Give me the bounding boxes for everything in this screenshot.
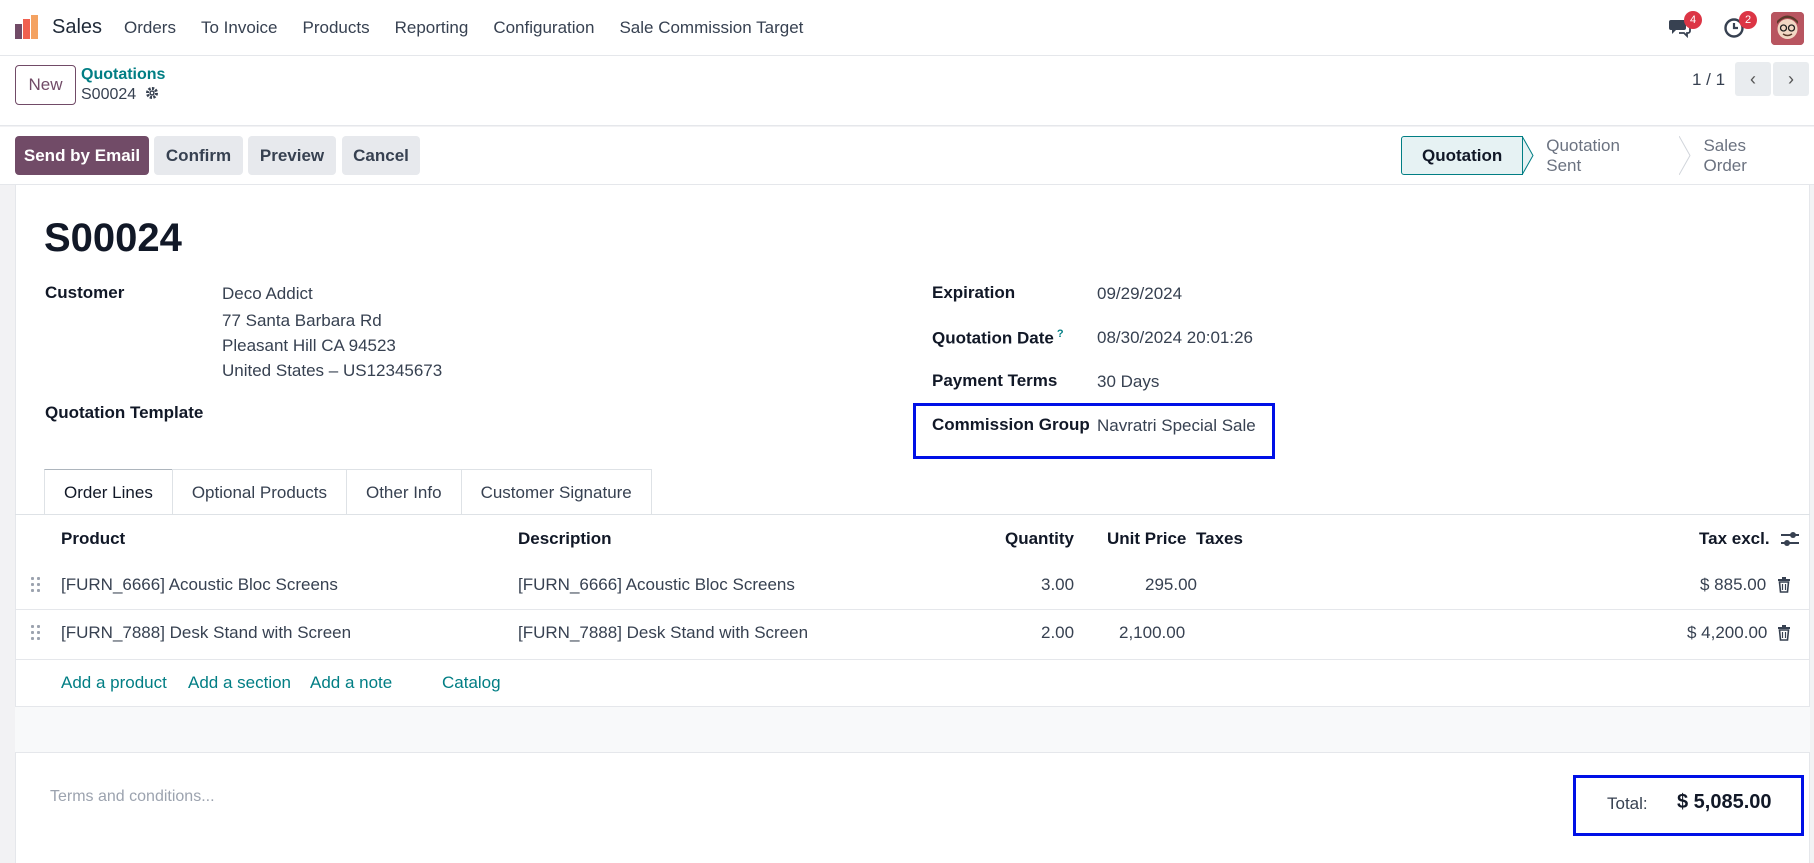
commission-group-label: Commission Group bbox=[932, 415, 1090, 434]
add-note-link[interactable]: Add a note bbox=[310, 673, 392, 693]
customer-name[interactable]: Deco Addict bbox=[222, 284, 313, 304]
messages-badge: 4 bbox=[1684, 11, 1702, 29]
activities-button[interactable]: 2 bbox=[1723, 11, 1757, 41]
menu-to-invoice[interactable]: To Invoice bbox=[201, 18, 278, 38]
app-name[interactable]: Sales bbox=[52, 16, 102, 39]
column-unit-price[interactable]: Unit Price bbox=[1107, 529, 1186, 549]
stage-quotation-sent[interactable]: Quotation Sent bbox=[1534, 136, 1679, 175]
row-divider bbox=[15, 659, 1810, 660]
tab-customer-signature[interactable]: Customer Signature bbox=[460, 469, 652, 515]
customer-address-city: Pleasant Hill CA 94523 bbox=[222, 336, 396, 355]
tab-order-lines[interactable]: Order Lines bbox=[44, 469, 173, 515]
trash-icon[interactable] bbox=[1777, 577, 1791, 593]
send-by-email-button[interactable]: Send by Email bbox=[15, 136, 149, 175]
terms-and-conditions-input[interactable]: Terms and conditions... bbox=[50, 788, 215, 806]
activities-badge: 2 bbox=[1739, 11, 1757, 29]
row-subtotal: $ 4,200.00 bbox=[1687, 623, 1768, 642]
stage-quotation[interactable]: Quotation bbox=[1401, 136, 1524, 175]
row-unit-price[interactable]: 2,100.00 bbox=[1119, 623, 1185, 643]
tab-optional-products[interactable]: Optional Products bbox=[171, 469, 347, 515]
gear-icon[interactable] bbox=[145, 86, 159, 105]
chevron-left-icon: ‹ bbox=[1750, 68, 1756, 89]
column-taxes[interactable]: Taxes bbox=[1196, 529, 1243, 549]
pager-next-button[interactable]: › bbox=[1773, 62, 1809, 96]
menu-products[interactable]: Products bbox=[303, 18, 370, 38]
menu-reporting[interactable]: Reporting bbox=[395, 18, 469, 38]
row-quantity[interactable]: 3.00 bbox=[1041, 575, 1074, 595]
stage-arrow-icon bbox=[1522, 136, 1534, 175]
notebook-tabs: Order Lines Optional Products Other Info… bbox=[44, 469, 652, 515]
control-panel: New Quotations S00024 1 / 1 ‹ › bbox=[0, 56, 1814, 126]
stage-arrow-icon bbox=[1679, 136, 1692, 175]
breadcrumb-current: S00024 bbox=[81, 86, 137, 103]
page-title: S00024 bbox=[44, 216, 182, 260]
quotation-date-field[interactable]: 08/30/2024 20:01:26 bbox=[1097, 328, 1253, 348]
total-label: Total: bbox=[1607, 794, 1648, 813]
payment-terms-field[interactable]: 30 Days bbox=[1097, 372, 1159, 392]
add-product-link[interactable]: Add a product bbox=[61, 673, 167, 693]
top-navbar: Sales Orders To Invoice Products Reporti… bbox=[0, 0, 1814, 56]
payment-terms-label: Payment Terms bbox=[932, 371, 1058, 390]
main-menu: Orders To Invoice Products Reporting Con… bbox=[124, 18, 828, 38]
pager-value[interactable]: 1 / 1 bbox=[1692, 70, 1725, 90]
breadcrumb-quotations[interactable]: Quotations bbox=[81, 66, 165, 84]
drag-handle-icon[interactable] bbox=[31, 625, 41, 641]
drag-handle-icon[interactable] bbox=[31, 577, 41, 593]
menu-orders[interactable]: Orders bbox=[124, 18, 176, 38]
add-section-link[interactable]: Add a section bbox=[188, 673, 291, 693]
sales-app-icon[interactable] bbox=[14, 14, 40, 40]
column-quantity[interactable]: Quantity bbox=[1005, 529, 1074, 549]
row-unit-price[interactable]: 295.00 bbox=[1145, 575, 1197, 595]
customer-address-street: 77 Santa Barbara Rd bbox=[222, 311, 382, 330]
quotation-template-label: Quotation Template bbox=[45, 403, 204, 422]
customer-address-country: United States – US12345673 bbox=[222, 361, 443, 380]
avatar-icon bbox=[1771, 12, 1804, 45]
tab-other-info[interactable]: Other Info bbox=[345, 469, 462, 515]
form-statusbar: Send by Email Confirm Preview Cancel Quo… bbox=[0, 127, 1814, 185]
help-tooltip-icon[interactable]: ? bbox=[1057, 328, 1064, 340]
cancel-button[interactable]: Cancel bbox=[342, 136, 420, 175]
chevron-right-icon: › bbox=[1788, 68, 1794, 89]
status-stages: Quotation Quotation Sent Sales Order bbox=[1401, 136, 1814, 175]
stage-sales-order[interactable]: Sales Order bbox=[1691, 136, 1814, 175]
quotation-date-label: Quotation Date? bbox=[932, 328, 1064, 349]
row-description[interactable]: [FURN_7888] Desk Stand with Screen bbox=[518, 623, 808, 643]
quotation-date-label-text: Quotation Date bbox=[932, 328, 1054, 348]
row-product[interactable]: [FURN_6666] Acoustic Bloc Screens bbox=[61, 575, 338, 595]
column-product[interactable]: Product bbox=[61, 529, 125, 549]
row-description[interactable]: [FURN_6666] Acoustic Bloc Screens bbox=[518, 575, 795, 595]
catalog-link[interactable]: Catalog bbox=[442, 673, 501, 693]
total-amount: $ 5,085.00 bbox=[1677, 791, 1772, 813]
expiration-label: Expiration bbox=[932, 283, 1016, 302]
tab-divider bbox=[15, 514, 1810, 515]
row-quantity[interactable]: 2.00 bbox=[1041, 623, 1074, 643]
optional-columns-icon[interactable] bbox=[1780, 530, 1800, 548]
confirm-button[interactable]: Confirm bbox=[154, 136, 243, 175]
expiration-field[interactable]: 09/29/2024 bbox=[1097, 284, 1182, 304]
column-tax-excl[interactable]: Tax excl. bbox=[1699, 529, 1770, 549]
row-divider bbox=[15, 609, 1810, 610]
row-subtotal: $ 885.00 bbox=[1700, 575, 1767, 594]
new-button[interactable]: New bbox=[15, 65, 76, 105]
row-divider bbox=[15, 752, 1810, 753]
menu-sale-commission-target[interactable]: Sale Commission Target bbox=[619, 18, 803, 38]
table-empty-space bbox=[15, 707, 1810, 752]
column-description[interactable]: Description bbox=[518, 529, 612, 549]
commission-group-field[interactable]: Navratri Special Sale bbox=[1097, 416, 1256, 436]
trash-icon[interactable] bbox=[1777, 625, 1791, 641]
row-product[interactable]: [FURN_7888] Desk Stand with Screen bbox=[61, 623, 351, 643]
pager-previous-button[interactable]: ‹ bbox=[1735, 62, 1771, 96]
preview-button[interactable]: Preview bbox=[248, 136, 336, 175]
menu-configuration[interactable]: Configuration bbox=[493, 18, 594, 38]
customer-label: Customer bbox=[45, 283, 125, 302]
user-avatar[interactable] bbox=[1771, 12, 1804, 45]
messages-button[interactable]: 4 bbox=[1668, 11, 1702, 41]
